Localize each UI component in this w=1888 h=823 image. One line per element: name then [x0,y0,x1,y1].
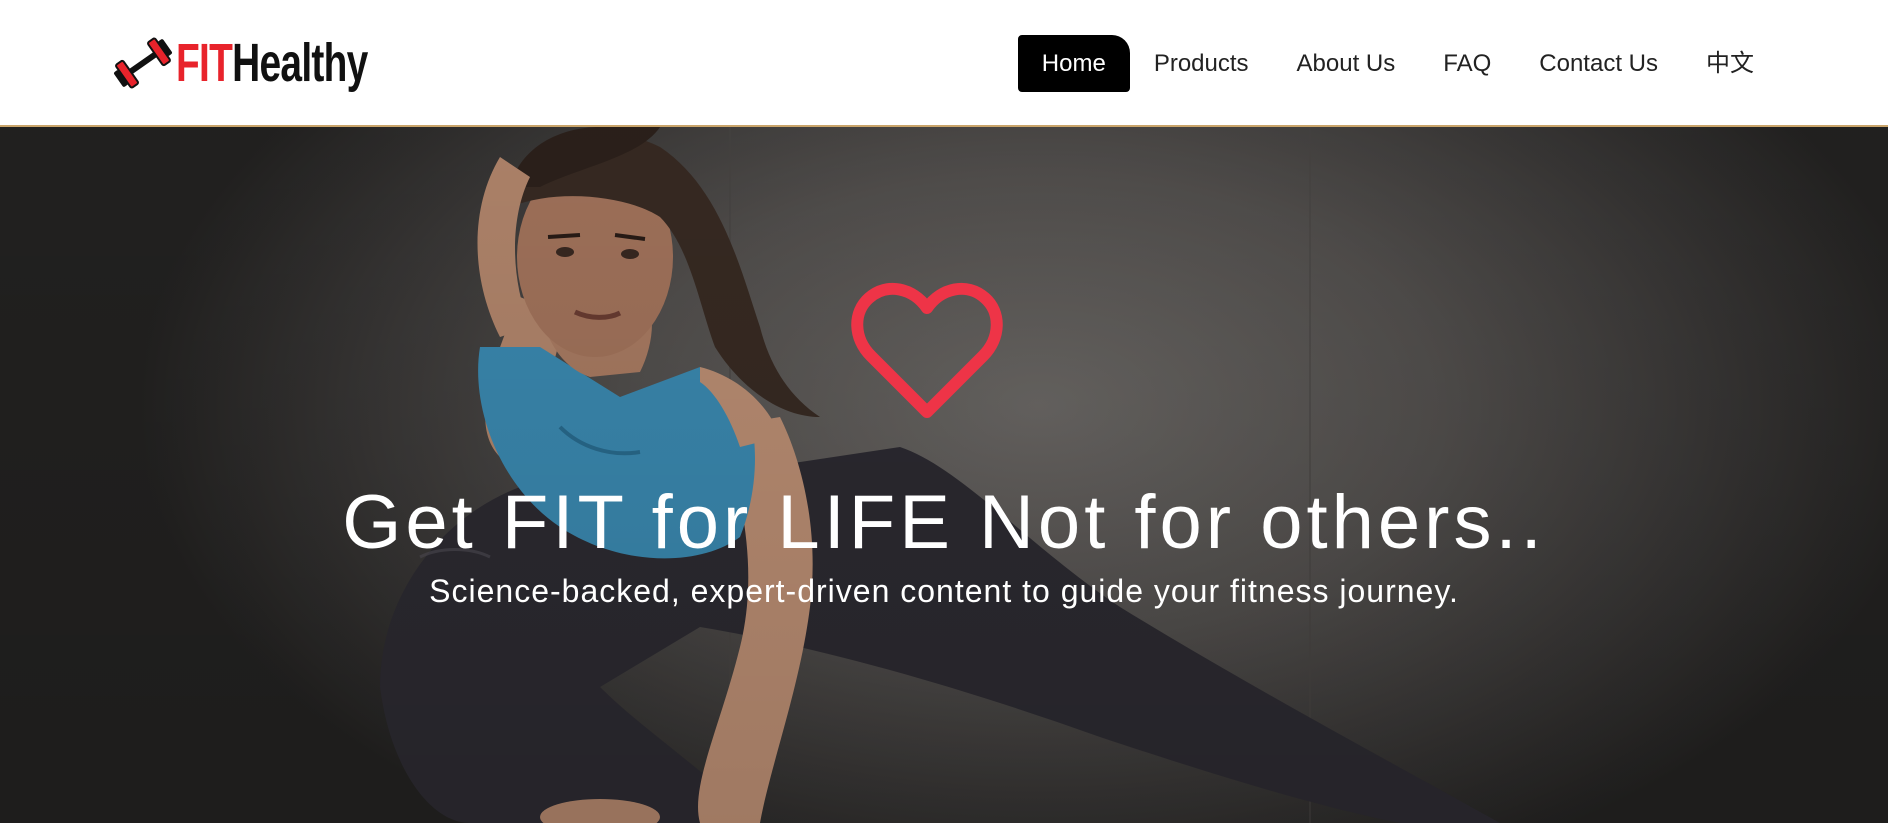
logo-wordmark: FITHealthy [176,36,368,90]
hero-banner: Get FIT for LIFE Not for others.. Scienc… [0,127,1888,823]
site-logo[interactable]: FITHealthy [110,30,442,96]
hero-overlay [0,127,1888,823]
dumbbell-icon [114,37,172,89]
nav-products[interactable]: Products [1130,35,1273,92]
nav-faq[interactable]: FAQ [1419,35,1515,92]
nav-about-us[interactable]: About Us [1273,35,1420,92]
nav-home[interactable]: Home [1017,35,1130,92]
site-header: FITHealthy Home Products About Us FAQ Co… [0,0,1888,127]
main-nav: Home Products About Us FAQ Contact Us 中文 [1017,35,1778,92]
nav-contact-us[interactable]: Contact Us [1515,35,1682,92]
logo-healthy-text: Healthy [232,33,368,93]
logo-fit-text: FIT [176,33,233,93]
hero-subtitle: Science-backed, expert-driven content to… [429,573,1459,609]
nav-language-chinese[interactable]: 中文 [1682,35,1778,92]
hero-title: Get FIT for LIFE Not for others.. [342,480,1546,565]
heart-icon [851,283,1003,418]
